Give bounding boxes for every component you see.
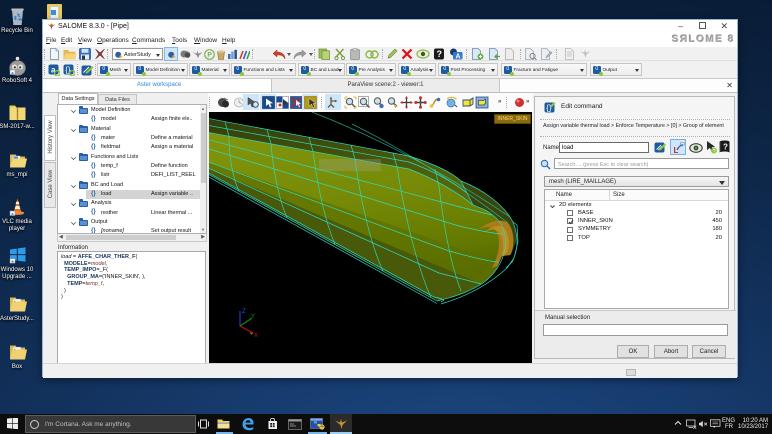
svg-text:Y: Y: [251, 314, 255, 320]
svg-text:?: ?: [437, 49, 443, 59]
svg-text:{}: {}: [546, 104, 552, 113]
svg-text:L: L: [673, 146, 678, 154]
svg-text:?: ?: [723, 143, 728, 152]
svg-text:X: X: [254, 333, 258, 339]
svg-text:A: A: [456, 54, 461, 61]
svg-text:P: P: [207, 52, 212, 59]
svg-text:Z: Z: [242, 309, 246, 315]
svg-text:?: ?: [713, 149, 716, 154]
